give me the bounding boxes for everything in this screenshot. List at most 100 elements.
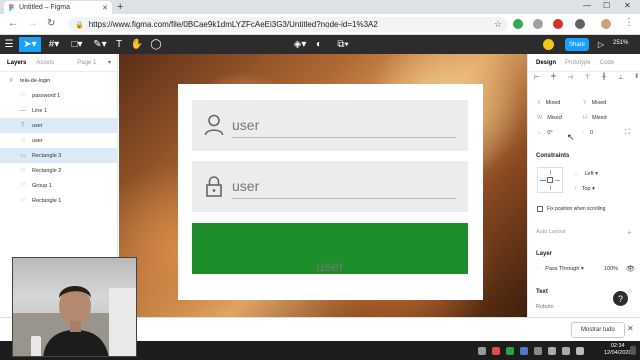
clock-date: 12/04/2020 (604, 350, 632, 356)
language-icon[interactable] (576, 347, 584, 355)
constraint-h-value: Left (584, 171, 594, 177)
move-tool-icon[interactable]: ➤▾ (19, 37, 41, 52)
tab-assets[interactable]: Assets (36, 60, 54, 66)
independent-corners-icon[interactable]: ⛶ (625, 129, 630, 137)
vertical-constraint-select[interactable]: ↕ Top ▾ (574, 186, 595, 192)
text-styles-icon[interactable]: ⁘ (627, 288, 633, 296)
layer-item[interactable]: Tuser (0, 118, 117, 133)
system-clock[interactable]: 02:34 12/04/2020 (604, 343, 632, 357)
add-auto-layout-icon[interactable]: + (627, 228, 632, 237)
close-tab-icon[interactable]: ✕ (102, 4, 108, 12)
layer-item[interactable]: ⁙ Rectangle 2 (0, 163, 117, 178)
shape-tool-icon[interactable]: □▾ (67, 37, 87, 52)
layer-item-label: password 1 (32, 92, 61, 99)
username-field-mockup[interactable]: user (192, 100, 468, 151)
notifications-icon[interactable] (630, 346, 636, 355)
url-field[interactable]: 🔒 https://www.figma.com/file/0BCae9k1dmL… (68, 17, 508, 32)
volume-icon[interactable] (562, 347, 570, 355)
component-icon: ⁙ (20, 93, 26, 99)
bookmark-star-icon[interactable]: ☆ (494, 19, 502, 30)
x-input[interactable]: X Mixed (537, 100, 560, 106)
login-button-rectangle[interactable]: user (192, 223, 468, 274)
comment-tool-icon[interactable]: ◯ (149, 37, 163, 52)
figma-logo-icon (9, 4, 14, 11)
corner-radius-icon: ◜ (583, 130, 586, 136)
tray-icon[interactable] (506, 347, 514, 355)
login-frame[interactable]: user user user (178, 84, 483, 300)
profile-avatar[interactable] (601, 19, 611, 29)
pen-tool-icon[interactable]: ✎▾ (90, 37, 110, 52)
rotation-input[interactable]: ∟ 0° (537, 130, 553, 136)
opacity-input[interactable]: 100% (604, 266, 618, 272)
present-icon[interactable]: ▷ (596, 37, 606, 52)
design-canvas[interactable]: user user user (119, 54, 527, 317)
fix-position-checkbox[interactable] (537, 206, 543, 212)
tray-icon[interactable] (478, 347, 486, 355)
user-avatar[interactable] (543, 39, 554, 50)
boolean-tool-icon[interactable]: ⧉▾ (334, 37, 352, 52)
layer-item[interactable]: — Line 1 (0, 103, 117, 118)
frame-tool-icon[interactable]: #▾ (44, 37, 64, 52)
component-tool-icon[interactable]: ◈▾ (292, 37, 308, 52)
layer-item[interactable]: ⁙ password 1 (0, 88, 117, 103)
maximize-icon[interactable]: ☐ (603, 1, 610, 10)
align-bottom-icon[interactable]: ⊥ (618, 74, 623, 86)
layer-item-label: Group 1 (32, 182, 52, 189)
align-top-icon[interactable]: ⊤ (585, 74, 590, 86)
radius-input[interactable]: ◜ 0 (583, 130, 593, 136)
page-selector[interactable]: Page 1 ▾ (77, 59, 111, 66)
layer-list: # tela-de-login ⁙ password 1 — Line 1 Tuser ⁙ us… (0, 72, 117, 208)
menu-kebab-icon[interactable]: ⋮ (624, 17, 634, 28)
width-input[interactable]: W Mixed (537, 115, 562, 121)
show-all-downloads-button[interactable]: Mostrar tudo (571, 322, 625, 338)
layer-item-label: Rectangle 1 (32, 197, 62, 204)
tray-icon[interactable] (534, 347, 542, 355)
network-icon[interactable] (548, 347, 556, 355)
browser-tab[interactable]: Untitled – Figma ✕ (4, 1, 112, 14)
align-center-h-icon[interactable]: ╪ (551, 74, 555, 86)
extension-icon[interactable] (513, 19, 523, 29)
help-button[interactable]: ? (613, 291, 628, 306)
horizontal-constraint-select[interactable]: ↔ Left ▾ (574, 171, 598, 177)
share-button[interactable]: Share (565, 38, 589, 51)
tab-code[interactable]: Code (600, 60, 614, 66)
layer-item[interactable]: ⁙ Group 1 (0, 178, 117, 193)
align-left-icon[interactable]: ⊢ (534, 74, 539, 86)
visibility-eye-icon[interactable]: 👁 (626, 265, 635, 273)
field-underline (232, 198, 456, 199)
distribute-icon[interactable]: ⫴ (635, 74, 638, 86)
forward-icon[interactable]: → (28, 18, 38, 29)
tab-layers[interactable]: Layers (7, 60, 26, 66)
new-tab-icon[interactable]: + (117, 1, 123, 13)
main-menu-icon[interactable]: ☰ (2, 37, 16, 52)
mask-tool-icon[interactable]: ◐ (313, 37, 325, 52)
constraints-widget[interactable] (537, 167, 563, 193)
blend-mode-select[interactable]: ◌ Pass Through ▾ (537, 266, 584, 272)
tab-design[interactable]: Design (536, 60, 556, 66)
close-window-icon[interactable]: ✕ (624, 1, 631, 10)
extension-icon[interactable] (575, 19, 585, 29)
extension-icon[interactable] (533, 19, 543, 29)
layer-item[interactable]: # tela-de-login (0, 73, 117, 88)
tray-icon[interactable] (520, 347, 528, 355)
layer-item[interactable]: ▭ Rectangle 3 (0, 148, 117, 163)
text-tool-icon[interactable]: T (112, 37, 126, 52)
extension-icon[interactable] (553, 19, 563, 29)
align-center-v-icon[interactable]: ╫ (602, 74, 606, 86)
align-right-icon[interactable]: ⊣ (568, 74, 573, 86)
font-family-select[interactable]: Roboto (536, 304, 554, 310)
password-field-mockup[interactable]: user (192, 161, 468, 212)
hand-tool-icon[interactable]: ✋ (130, 37, 144, 52)
zoom-level[interactable]: 251% (613, 40, 628, 46)
close-downloads-icon[interactable]: ✕ (627, 324, 634, 333)
reload-icon[interactable]: ↻ (47, 18, 55, 29)
minimize-icon[interactable]: — (583, 1, 591, 10)
tab-prototype[interactable]: Prototype (565, 60, 591, 66)
layer-item[interactable]: ⁙ Rectangle 1 (0, 193, 117, 208)
back-icon[interactable]: ← (8, 18, 18, 29)
tray-icon[interactable] (492, 347, 500, 355)
layer-item[interactable]: ⁙ user (0, 133, 117, 148)
w-label: W (537, 115, 543, 121)
y-input[interactable]: Y Mixed (583, 100, 606, 106)
height-input[interactable]: H Mixed (583, 115, 607, 121)
